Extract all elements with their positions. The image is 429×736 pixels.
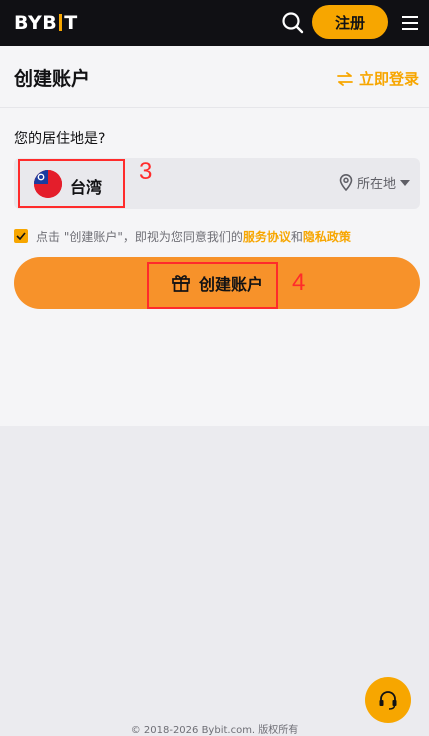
search-icon[interactable] xyxy=(280,10,306,36)
logo-accent-bar xyxy=(59,13,63,31)
logo-text-right: T xyxy=(64,12,78,34)
residence-question: 您的居住地是? xyxy=(14,131,106,147)
annotation-box-country xyxy=(18,159,125,208)
customer-support-button[interactable] xyxy=(365,677,411,723)
annotation-number-4: 4 xyxy=(292,269,306,296)
copyright-footer: © 2018-2026 Bybit.com. 版权所有 xyxy=(130,725,299,736)
location-pin-icon xyxy=(339,174,353,191)
annotation-box-create xyxy=(147,262,278,309)
annotation-number-3: 3 xyxy=(139,158,153,185)
agreement-conjunction: 和 xyxy=(290,229,303,244)
terms-of-service-link[interactable]: 服务协议 xyxy=(243,228,291,245)
swap-arrows-icon xyxy=(337,71,353,86)
current-location-button[interactable]: 所在地 xyxy=(339,173,410,192)
headset-icon xyxy=(379,691,397,710)
hamburger-menu-icon[interactable] xyxy=(399,12,421,34)
top-navigation-bar: BYB T 注册 xyxy=(0,0,429,46)
agreement-text: 点击 "创建账户"，即视为您同意我们的 xyxy=(36,229,243,244)
location-label: 所在地 xyxy=(356,177,396,192)
checkmark-icon xyxy=(16,232,26,240)
login-link-label: 立即登录 xyxy=(358,70,419,88)
agreement-row: 点击 "创建账户"，即视为您同意我们的 服务协议 和 隐私政策 xyxy=(14,227,424,245)
chevron-down-icon xyxy=(400,179,410,186)
privacy-policy-link[interactable]: 隐私政策 xyxy=(303,228,351,245)
logo-text-left: BYB xyxy=(14,12,58,34)
signup-panel: 创建账户 立即登录 您的居住地是? 台湾 所在地 3 点击 "创建账户"，即视为… xyxy=(0,46,429,426)
login-link[interactable]: 立即登录 xyxy=(337,68,419,89)
page-title: 创建账户 xyxy=(14,68,91,90)
page-header: 创建账户 立即登录 xyxy=(0,46,429,108)
agreement-checkbox[interactable] xyxy=(14,229,28,243)
bybit-logo[interactable]: BYB T xyxy=(14,11,78,35)
signup-button[interactable]: 注册 xyxy=(312,5,388,39)
